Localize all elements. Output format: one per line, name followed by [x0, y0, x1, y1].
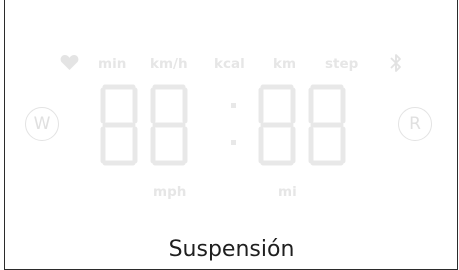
w-button[interactable]: W [25, 107, 59, 141]
unit-kcal: kcal [214, 56, 245, 72]
r-button-label: R [409, 113, 421, 134]
unit-mi: mi [278, 184, 297, 200]
status-label: Suspensión [168, 237, 295, 262]
colon [231, 103, 236, 145]
seven-segment-clock [100, 84, 346, 166]
unit-km: km [273, 56, 297, 72]
bluetooth-icon [389, 52, 403, 78]
heart-icon [60, 55, 79, 75]
r-button[interactable]: R [398, 107, 432, 141]
device-display-frame: min km/h kcal km step W R mph mi Suspens [4, 0, 458, 270]
unit-min: min [98, 56, 127, 72]
digit-3 [258, 84, 296, 166]
unit-mph: mph [153, 184, 187, 200]
digit-2 [150, 84, 188, 166]
digit-4 [308, 84, 346, 166]
unit-step: step [325, 56, 359, 72]
digit-1 [100, 84, 138, 166]
w-button-label: W [33, 113, 51, 134]
unit-kmh: km/h [150, 56, 188, 72]
